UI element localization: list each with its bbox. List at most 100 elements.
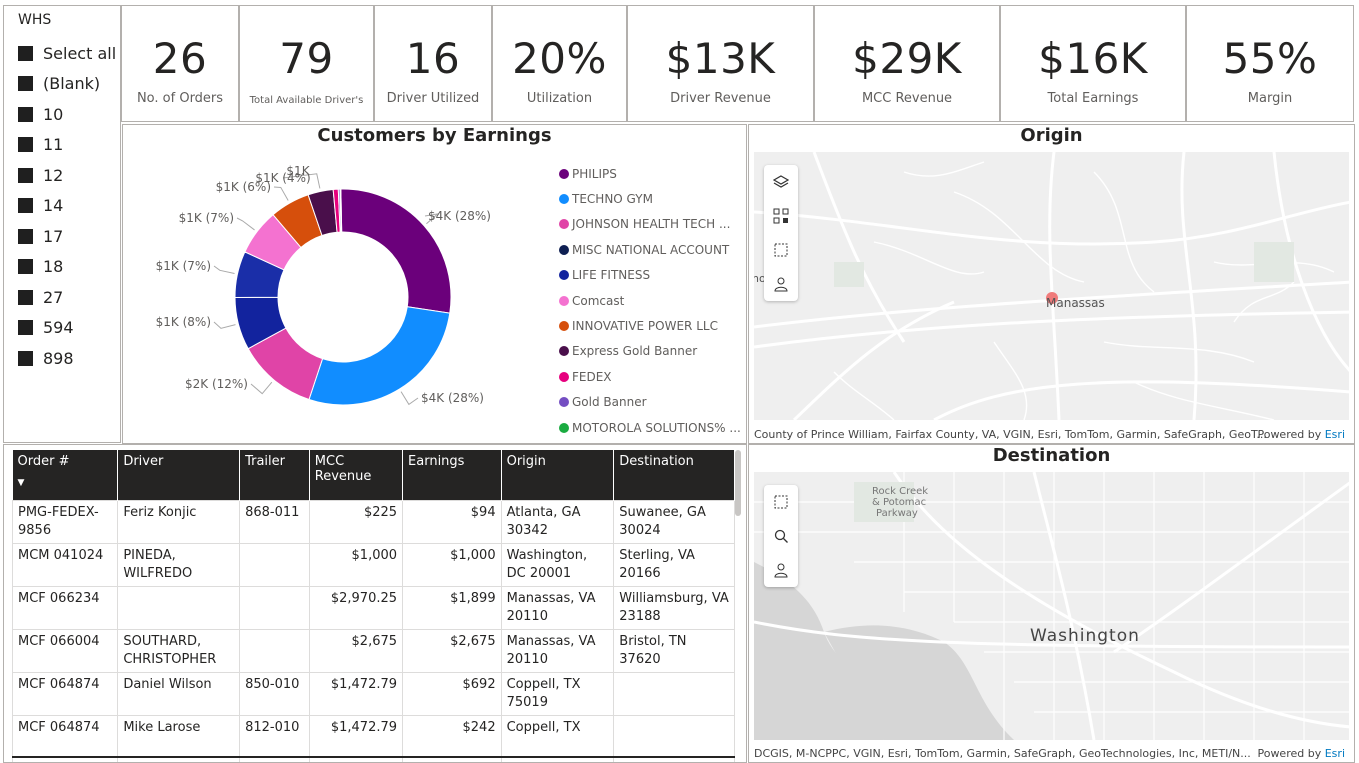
person-icon[interactable] <box>764 267 798 301</box>
checkbox-icon[interactable] <box>18 76 33 92</box>
legend-label: PHILIPS <box>572 166 617 181</box>
column-header[interactable]: Trailer <box>239 450 310 500</box>
slicer-item[interactable]: 27 <box>18 282 116 313</box>
donut-svg: $4K (28%) $4K (28%) $2K (12%) $1K (8%) $1K (… <box>156 164 491 406</box>
layers-icon[interactable] <box>764 165 798 199</box>
checkbox-icon[interactable] <box>18 350 33 366</box>
table-cell: $1,899 <box>402 585 502 630</box>
slicer-item-label: 12 <box>43 165 64 185</box>
kpi-label: MCC Revenue <box>861 91 953 106</box>
total-row: Total $28,734.45$15,777 <box>11 756 735 762</box>
kpi-card: $13K Driver Revenue <box>627 5 814 122</box>
table-cell <box>613 671 735 716</box>
rect-select-icon[interactable] <box>764 485 798 519</box>
origin-map[interactable]: Manassas no <box>754 152 1349 420</box>
leader-line <box>400 391 419 406</box>
chart-legend: PHILIPS TECHNO GYM JOHNSON HEALTH TECH ...… <box>559 161 741 440</box>
total-cell <box>239 756 310 762</box>
slicer-item-label: 14 <box>43 196 64 216</box>
slicer-item[interactable]: 898 <box>18 343 116 374</box>
customers-by-earnings-chart: Customers by Earnings $4K (28%) $4K (28%)… <box>122 124 747 444</box>
column-header[interactable]: Order # ▼ <box>12 450 119 500</box>
checkbox-icon[interactable] <box>18 289 33 305</box>
sort-desc-icon[interactable]: ▼ <box>18 478 113 488</box>
slicer-item[interactable]: (Blank) <box>18 69 116 100</box>
column-header[interactable]: Destination <box>613 450 735 500</box>
kpi-card: 20% Utilization <box>492 5 627 122</box>
legend-item[interactable]: MISC NATIONAL ACCOUNT <box>559 237 741 262</box>
column-header[interactable]: Driver <box>117 450 241 500</box>
legend-item[interactable]: LIFE FITNESS <box>559 263 741 288</box>
checkbox-icon[interactable] <box>18 106 33 122</box>
powered-by: Powered by Esri <box>1257 747 1345 760</box>
search-icon[interactable] <box>764 519 798 553</box>
slicer-item[interactable]: 594 <box>18 313 116 344</box>
leader-line <box>213 265 235 274</box>
column-header[interactable]: MCC Revenue <box>309 450 404 500</box>
checkbox-icon[interactable] <box>18 198 33 214</box>
rect-select-icon[interactable] <box>764 233 798 267</box>
kpi-label: Utilization <box>526 91 593 106</box>
slicer-item[interactable]: 10 <box>18 99 116 130</box>
table-row[interactable]: MCF 064874 Daniel Wilson 850-010 $1,472.79 $… <box>11 671 735 716</box>
table-cell: 868-011 <box>239 499 310 544</box>
total-cell <box>117 756 241 762</box>
park-label-3: Parkway <box>876 508 918 519</box>
slicer-item[interactable]: Select all <box>18 38 116 69</box>
legend-item[interactable]: MOTOROLA SOLUTIONS% ... <box>559 415 741 440</box>
legend-label: LIFE FITNESS <box>572 268 651 283</box>
checkbox-icon[interactable] <box>18 137 33 153</box>
legend-item[interactable]: Gold Banner <box>559 390 741 415</box>
table-row[interactable]: MCF 064874 Mike Larose 812-010 $1,472.79 $24… <box>11 714 735 758</box>
slicer-item-label: 18 <box>43 257 64 277</box>
column-header-label: Driver <box>123 454 164 469</box>
legend-item[interactable]: FEDEX <box>559 364 741 389</box>
table-row[interactable]: PMG-FEDEX-9856 Feriz Konjic 868-011 $225 $94… <box>11 499 735 544</box>
checkbox-icon[interactable] <box>18 167 33 183</box>
esri-link[interactable]: Esri <box>1325 428 1345 441</box>
person-icon[interactable] <box>764 553 798 587</box>
destination-map[interactable]: Rock Creek & Potomac Parkway Washington <box>754 472 1349 740</box>
origin-map-visual: Origin Manassas no County of Prince Will… <box>748 124 1355 444</box>
park-label-1: Rock Creek <box>872 486 928 497</box>
column-header[interactable]: Earnings <box>402 450 502 500</box>
slicer-item[interactable]: 18 <box>18 252 116 283</box>
slicer-item[interactable]: 11 <box>18 130 116 161</box>
table-cell: $2,675 <box>308 628 404 673</box>
checkbox-icon[interactable] <box>18 45 33 61</box>
column-header-label: MCC Revenue <box>314 454 372 484</box>
table-row[interactable]: MCM 041024 PINEDA, WILFREDO $1,000 $1,000 Wa… <box>11 542 735 587</box>
table-row[interactable]: MCF 066004 SOUTHARD, CHRISTOPHER $2,675 $2,… <box>11 628 735 673</box>
legend-dot-icon <box>559 244 569 255</box>
legend-item[interactable]: Comcast <box>559 288 741 313</box>
slicer-item[interactable]: 17 <box>18 221 116 252</box>
table-cell: Mike Larose <box>117 714 241 758</box>
total-cell <box>500 756 615 762</box>
legend-label: JOHNSON HEALTH TECH ... <box>572 217 731 232</box>
total-cell: Total <box>11 756 119 762</box>
legend-label: MOTOROLA SOLUTIONS% ... <box>572 420 741 435</box>
table-scrollbar[interactable] <box>735 450 741 516</box>
table-cell: $225 <box>308 499 404 544</box>
legend-item[interactable]: INNOVATIVE POWER LLC <box>559 313 741 338</box>
checkbox-icon[interactable] <box>18 320 33 336</box>
column-header[interactable]: Origin <box>501 450 615 500</box>
slicer-item[interactable]: 12 <box>18 160 116 191</box>
kpi-value: $13K <box>665 34 776 83</box>
table-cell <box>117 585 241 630</box>
legend-item[interactable]: TECHNO GYM <box>559 186 741 211</box>
slicer-item-label: 11 <box>43 135 64 155</box>
esri-link[interactable]: Esri <box>1325 747 1345 760</box>
slicer-item-label: 898 <box>43 348 74 368</box>
attribution-text: DCGIS, M-NCPPC, VGIN, Esri, TomTom, Garm… <box>754 747 1251 760</box>
checkbox-icon[interactable] <box>18 259 33 275</box>
qr-select-icon[interactable] <box>764 199 798 233</box>
slicer-item[interactable]: 14 <box>18 191 116 222</box>
legend-item[interactable]: PHILIPS <box>559 161 741 186</box>
table-cell: Coppell, TX <box>500 714 615 758</box>
checkbox-icon[interactable] <box>18 228 33 244</box>
legend-item[interactable]: Express Gold Banner <box>559 339 741 364</box>
legend-item[interactable]: JOHNSON HEALTH TECH ... <box>559 212 741 237</box>
table-row[interactable]: MCF 066234 $2,970.25 $1,899 Manassas, VA 20… <box>11 585 735 630</box>
donut-slice[interactable] <box>340 188 452 314</box>
